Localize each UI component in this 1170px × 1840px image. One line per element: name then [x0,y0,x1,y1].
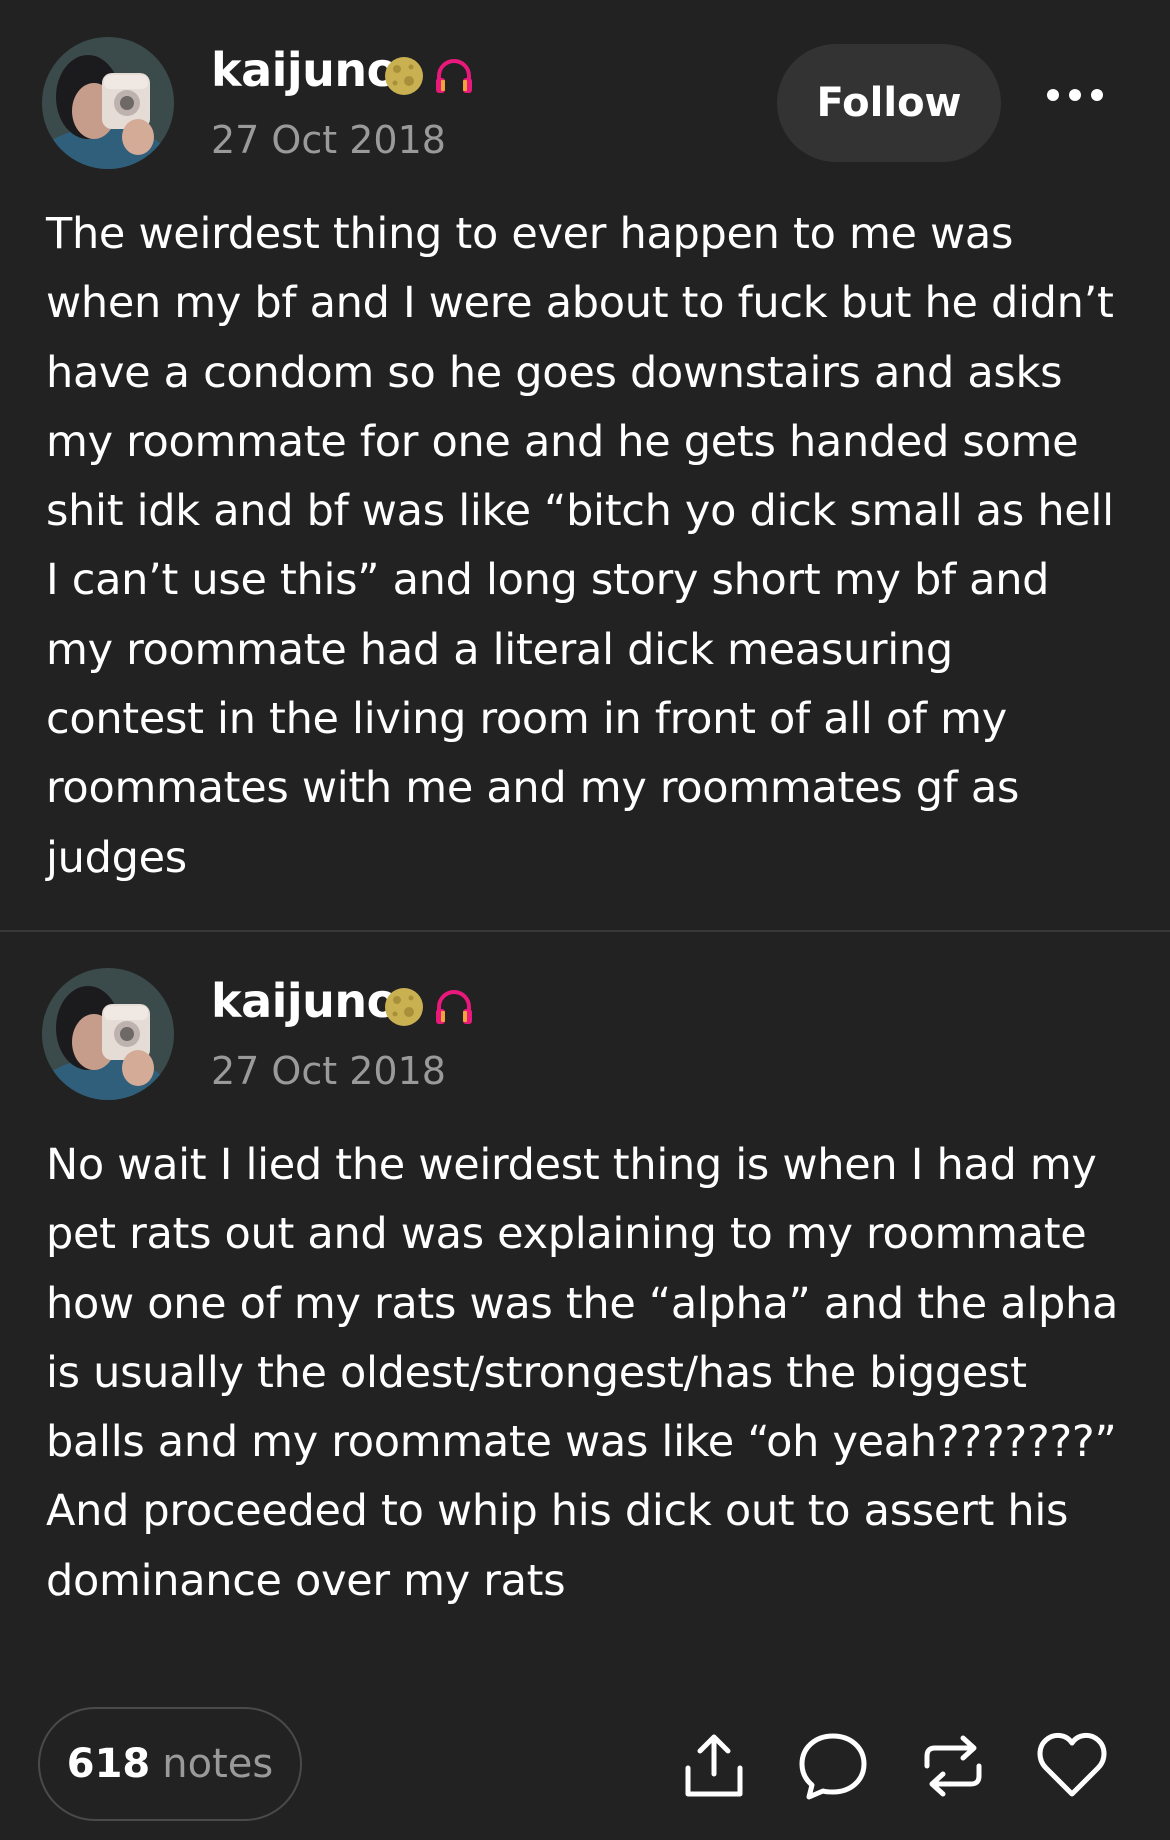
notes-count: 618 [66,1741,151,1787]
post-original: kaijuno 27 Oct 2018 Follow The weirdest … [0,0,1170,930]
reblog-icon[interactable] [917,1730,989,1802]
avatar[interactable] [42,968,174,1100]
moon-icon [385,988,423,1026]
like-icon[interactable] [1036,1730,1108,1802]
post-body: The weirdest thing to ever happen to me … [46,209,1114,883]
username[interactable]: kaijuno [211,973,398,1029]
post-body: No wait I lied the weirdest thing is whe… [46,1140,1119,1606]
notes-button[interactable]: 618 notes [38,1707,302,1821]
reply-icon[interactable] [797,1730,869,1802]
moon-icon [385,57,423,95]
more-options-icon[interactable] [1040,80,1110,110]
notes-label: notes [162,1741,274,1787]
post-date: 27 Oct 2018 [211,1049,446,1093]
headphones-icon [436,59,472,93]
follow-button[interactable]: Follow [777,44,1001,162]
post-date: 27 Oct 2018 [211,118,446,162]
headphones-icon [436,990,472,1024]
post-reply: kaijuno 27 Oct 2018 No wait I lied the w… [0,930,1170,1840]
avatar[interactable] [42,37,174,169]
share-icon[interactable] [678,1730,750,1802]
username[interactable]: kaijuno [211,42,398,98]
